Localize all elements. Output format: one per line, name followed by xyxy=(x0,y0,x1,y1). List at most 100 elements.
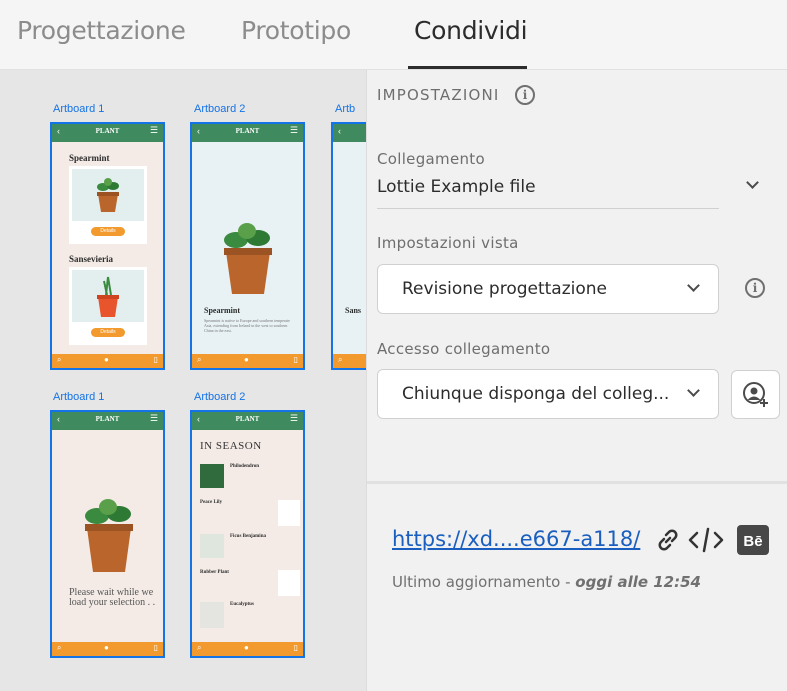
search-icon: ⌕ xyxy=(197,643,202,652)
plant-icon xyxy=(97,276,119,317)
tab-condividi[interactable]: Condividi xyxy=(414,16,528,45)
top-tabs: Progettazione Prototipo Condividi xyxy=(0,0,787,70)
last-updated: Ultimo aggiornamento - oggi alle 12:54 xyxy=(392,573,701,591)
mic-icon: ● xyxy=(244,355,249,364)
artboard-thumbnail[interactable]: ‹ PLANT ☰ Spearmint Details Sansevieria … xyxy=(50,122,165,370)
link-label: Collegamento xyxy=(377,150,485,168)
active-tab-indicator xyxy=(408,66,527,69)
access-dropdown[interactable]: Chiunque disponga del colleg... xyxy=(377,369,719,419)
list-item: Philodendron xyxy=(230,464,260,469)
plant-description: Spearmint is native to Europe and southe… xyxy=(204,318,290,333)
info-icon[interactable]: i xyxy=(745,278,765,298)
share-link[interactable]: https://xd....e667-a118/ xyxy=(392,527,640,551)
mic-icon: ● xyxy=(104,355,109,364)
menu-icon: ☰ xyxy=(289,125,298,135)
info-icon[interactable]: i xyxy=(515,85,535,105)
settings-heading: IMPOSTAZIONI xyxy=(377,86,500,104)
menu-icon: ☰ xyxy=(149,125,158,135)
mic-icon: ● xyxy=(244,643,249,652)
plant-heading: Spearmint xyxy=(204,306,240,315)
plant-thumb xyxy=(200,602,224,628)
bookmark-icon: ▯ xyxy=(293,355,298,364)
artboard-tabbar: ⌕ ● ▯ xyxy=(52,642,163,656)
plant-thumb xyxy=(278,570,300,596)
add-user-icon xyxy=(743,382,768,407)
list-item: Peace Lily xyxy=(200,500,223,505)
section-divider xyxy=(367,481,787,484)
view-settings-value: Revisione progettazione xyxy=(402,279,607,299)
artboard-header: ‹ PLANT ☰ xyxy=(192,124,303,142)
plant-heading: Sans xyxy=(345,306,362,315)
link-select[interactable]: Lottie Example file xyxy=(377,173,759,209)
artboard-header: ‹ xyxy=(333,124,366,142)
chevron-down-icon xyxy=(687,279,700,292)
view-settings-label: Impostazioni vista xyxy=(377,234,519,252)
bookmark-icon: ▯ xyxy=(153,643,158,652)
search-icon: ⌕ xyxy=(338,355,343,364)
item-name: Spearmint xyxy=(69,153,110,163)
bookmark-icon: ▯ xyxy=(153,355,158,364)
menu-icon: ☰ xyxy=(289,413,298,423)
mic-icon: ● xyxy=(104,643,109,652)
tab-progettazione[interactable]: Progettazione xyxy=(17,16,186,45)
artboard-label[interactable]: Artboard 2 xyxy=(194,391,245,403)
access-label: Accesso collegamento xyxy=(377,340,551,358)
details-button: Details xyxy=(91,328,125,337)
details-button: Details xyxy=(91,227,125,236)
list-item: Eucalyptus xyxy=(230,602,254,607)
chevron-down-icon xyxy=(687,384,700,397)
plant-thumb xyxy=(200,534,224,558)
artboard-title: PLANT xyxy=(95,415,120,423)
share-settings-panel: IMPOSTAZIONI i Collegamento Lottie Examp… xyxy=(366,70,787,691)
embed-code-icon[interactable] xyxy=(688,526,724,554)
plant-thumb xyxy=(278,500,300,526)
artboard-thumbnail[interactable]: ‹ PLANT ☰ Spearmint Spearmint is native … xyxy=(190,122,305,370)
artboard-thumbnail[interactable]: ‹ PLANT ☰ IN SEASON Philodendron Peace L… xyxy=(190,410,305,658)
artboard-thumbnail[interactable]: ‹ Sans ⌕ xyxy=(331,122,366,370)
tab-prototipo[interactable]: Prototipo xyxy=(241,16,351,45)
plant-icon xyxy=(224,223,272,294)
link-icon[interactable] xyxy=(653,525,683,555)
artboard-header: ‹ PLANT ☰ xyxy=(192,412,303,430)
add-user-button[interactable] xyxy=(731,370,780,419)
artboard-title: PLANT xyxy=(95,127,120,135)
last-updated-time: oggi alle 12:54 xyxy=(575,573,701,591)
bookmark-icon: ▯ xyxy=(293,643,298,652)
artboard-tabbar: ⌕ ● ▯ xyxy=(192,354,303,368)
plant-card: Details xyxy=(69,166,147,244)
list-item: Ficus Benjamina xyxy=(230,534,266,539)
last-updated-prefix: Ultimo aggiornamento - xyxy=(392,573,576,591)
artboard-thumbnail[interactable]: ‹ PLANT ☰ Please wait while we load your… xyxy=(50,410,165,658)
artboard-label[interactable]: Artb xyxy=(335,103,355,115)
artboard-header: ‹ PLANT ☰ xyxy=(52,124,163,142)
artboard-canvas[interactable]: Artboard 1 ‹ PLANT ☰ Spearmint Details S… xyxy=(0,70,366,691)
view-settings-dropdown[interactable]: Revisione progettazione xyxy=(377,264,719,314)
search-icon: ⌕ xyxy=(57,355,62,364)
search-icon: ⌕ xyxy=(57,643,62,652)
svg-text:Bē: Bē xyxy=(743,533,762,550)
access-value: Chiunque disponga del colleg... xyxy=(402,384,670,404)
artboard-header: ‹ PLANT ☰ xyxy=(52,412,163,430)
artboard-tabbar: ⌕ ● ▯ xyxy=(192,642,303,656)
chevron-down-icon xyxy=(746,176,759,189)
plant-thumb xyxy=(200,464,224,488)
plant-icon xyxy=(97,178,119,212)
item-name: Sansevieria xyxy=(69,254,113,264)
plant-card: Details xyxy=(69,267,147,345)
menu-icon: ☰ xyxy=(149,413,158,423)
artboard-title: PLANT xyxy=(235,127,260,135)
plant-icon xyxy=(85,499,133,572)
season-heading: IN SEASON xyxy=(200,440,262,452)
loading-text: Please wait while we load your selection… xyxy=(69,587,156,608)
behance-icon[interactable]: Bē xyxy=(737,525,769,555)
artboard-title: PLANT xyxy=(235,415,260,423)
artboard-label[interactable]: Artboard 2 xyxy=(194,103,245,115)
artboard-label[interactable]: Artboard 1 xyxy=(53,391,104,403)
artboard-tabbar: ⌕ xyxy=(333,354,366,368)
link-select-value: Lottie Example file xyxy=(377,177,536,197)
back-icon: ‹ xyxy=(338,126,341,136)
list-item: Rubber Plant xyxy=(200,570,229,575)
artboard-label[interactable]: Artboard 1 xyxy=(53,103,104,115)
artboard-tabbar: ⌕ ● ▯ xyxy=(52,354,163,368)
search-icon: ⌕ xyxy=(197,355,202,364)
